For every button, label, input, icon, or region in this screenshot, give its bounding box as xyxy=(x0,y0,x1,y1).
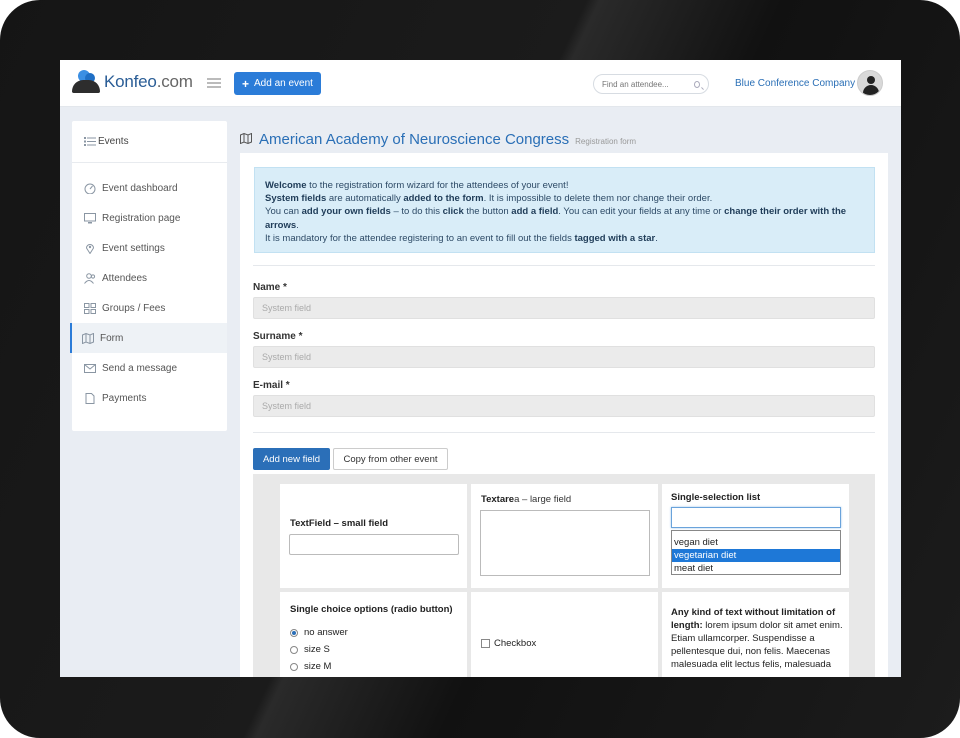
surname-label: Surname * xyxy=(253,331,303,342)
attendee-search[interactable] xyxy=(593,74,709,94)
select-option[interactable]: vegan diet xyxy=(672,536,840,549)
textfield-input[interactable] xyxy=(289,534,459,555)
select-dropdown[interactable]: vegan diet vegetarian diet meat diet xyxy=(671,530,841,575)
logo[interactable]: Konfeo.com xyxy=(72,70,193,94)
top-bar: Konfeo.com + Add an event Blue Conferenc… xyxy=(60,60,901,107)
email-label: E-mail * xyxy=(253,380,290,391)
select-title: Single-selection list xyxy=(671,492,761,503)
textfield-preview[interactable]: TextField – small field xyxy=(280,484,467,588)
search-input[interactable] xyxy=(602,79,690,89)
document-icon xyxy=(84,392,96,404)
longtext-preview[interactable]: Any kind of text without limitation of l… xyxy=(662,592,849,677)
sidebar-events-link[interactable]: Events xyxy=(72,121,227,163)
company-name[interactable]: Blue Conference Company xyxy=(735,78,855,89)
sidebar-item-event-dashboard[interactable]: Event dashboard xyxy=(72,173,227,203)
email-field: System field xyxy=(253,395,875,417)
menu-toggle-icon[interactable] xyxy=(207,78,221,88)
list-icon xyxy=(84,136,96,147)
sidebar-item-attendees[interactable]: Attendees xyxy=(72,263,227,293)
select-option-highlighted[interactable]: vegetarian diet xyxy=(672,549,840,562)
logo-text: Konfeo.com xyxy=(104,72,193,91)
radio-option[interactable]: size M xyxy=(290,661,331,672)
sidebar: Events Event dashboard Registration page… xyxy=(70,121,227,431)
copy-from-other-event-button[interactable]: Copy from other event xyxy=(333,448,448,470)
location-pin-icon xyxy=(84,243,96,254)
checkbox-preview[interactable]: Checkbox xyxy=(471,592,658,677)
longtext-content: Any kind of text without limitation of l… xyxy=(671,607,843,670)
monitor-icon xyxy=(84,212,96,224)
field-preview-grid: TextField – small field Textarea – large… xyxy=(253,474,875,677)
textfield-title: TextField – small field xyxy=(290,518,389,529)
sidebar-item-form[interactable]: Form xyxy=(70,323,227,353)
search-icon[interactable] xyxy=(694,80,700,88)
textarea-input[interactable] xyxy=(480,510,650,576)
divider xyxy=(253,432,875,433)
name-field: System field xyxy=(253,297,875,319)
page-title: American Academy of Neuroscience Congres… xyxy=(240,131,636,148)
konfeo-logo-icon xyxy=(72,70,102,94)
sidebar-item-groups-fees[interactable]: Groups / Fees xyxy=(72,293,227,323)
page-subtitle: Registration form xyxy=(575,137,637,146)
info-box: Welcome to the registration form wizard … xyxy=(254,167,875,253)
surname-field: System field xyxy=(253,346,875,368)
checkbox[interactable] xyxy=(481,639,490,648)
add-new-field-button[interactable]: Add new field xyxy=(253,448,330,470)
plus-icon: + xyxy=(242,76,250,91)
sidebar-item-event-settings[interactable]: Event settings xyxy=(72,233,227,263)
tablet-frame: Konfeo.com + Add an event Blue Conferenc… xyxy=(0,0,960,738)
radio-button[interactable] xyxy=(290,662,298,671)
users-icon xyxy=(84,272,96,284)
divider xyxy=(253,265,875,266)
avatar[interactable] xyxy=(857,70,883,96)
radio-title: Single choice options (radio button) xyxy=(290,604,453,615)
textarea-title: Textarea – large field xyxy=(481,494,572,505)
radio-option[interactable]: size S xyxy=(290,644,330,655)
sidebar-item-registration-page[interactable]: Registration page xyxy=(72,203,227,233)
app-screen: Konfeo.com + Add an event Blue Conferenc… xyxy=(60,60,901,677)
form-card: Welcome to the registration form wizard … xyxy=(240,153,888,677)
map-icon xyxy=(82,332,94,344)
name-label: Name * xyxy=(253,282,287,293)
select-preview[interactable]: Single-selection list vegan diet vegetar… xyxy=(662,484,849,588)
sidebar-item-send-message[interactable]: Send a message xyxy=(72,353,227,383)
radio-preview[interactable]: Single choice options (radio button) no … xyxy=(280,592,467,677)
envelope-icon xyxy=(84,363,96,374)
radio-button[interactable] xyxy=(290,645,298,654)
select-input[interactable] xyxy=(671,507,841,528)
select-option[interactable]: meat diet xyxy=(672,562,840,575)
radio-option[interactable]: no answer xyxy=(290,627,348,638)
gauge-icon xyxy=(84,183,96,194)
radio-button[interactable] xyxy=(290,628,298,637)
textarea-preview[interactable]: Textarea – large field xyxy=(471,484,658,588)
sidebar-item-payments[interactable]: Payments xyxy=(72,383,227,413)
add-event-button[interactable]: + Add an event xyxy=(234,72,321,95)
map-icon xyxy=(240,133,252,144)
checkbox-option[interactable]: Checkbox xyxy=(481,638,536,649)
grid-icon xyxy=(84,302,96,314)
